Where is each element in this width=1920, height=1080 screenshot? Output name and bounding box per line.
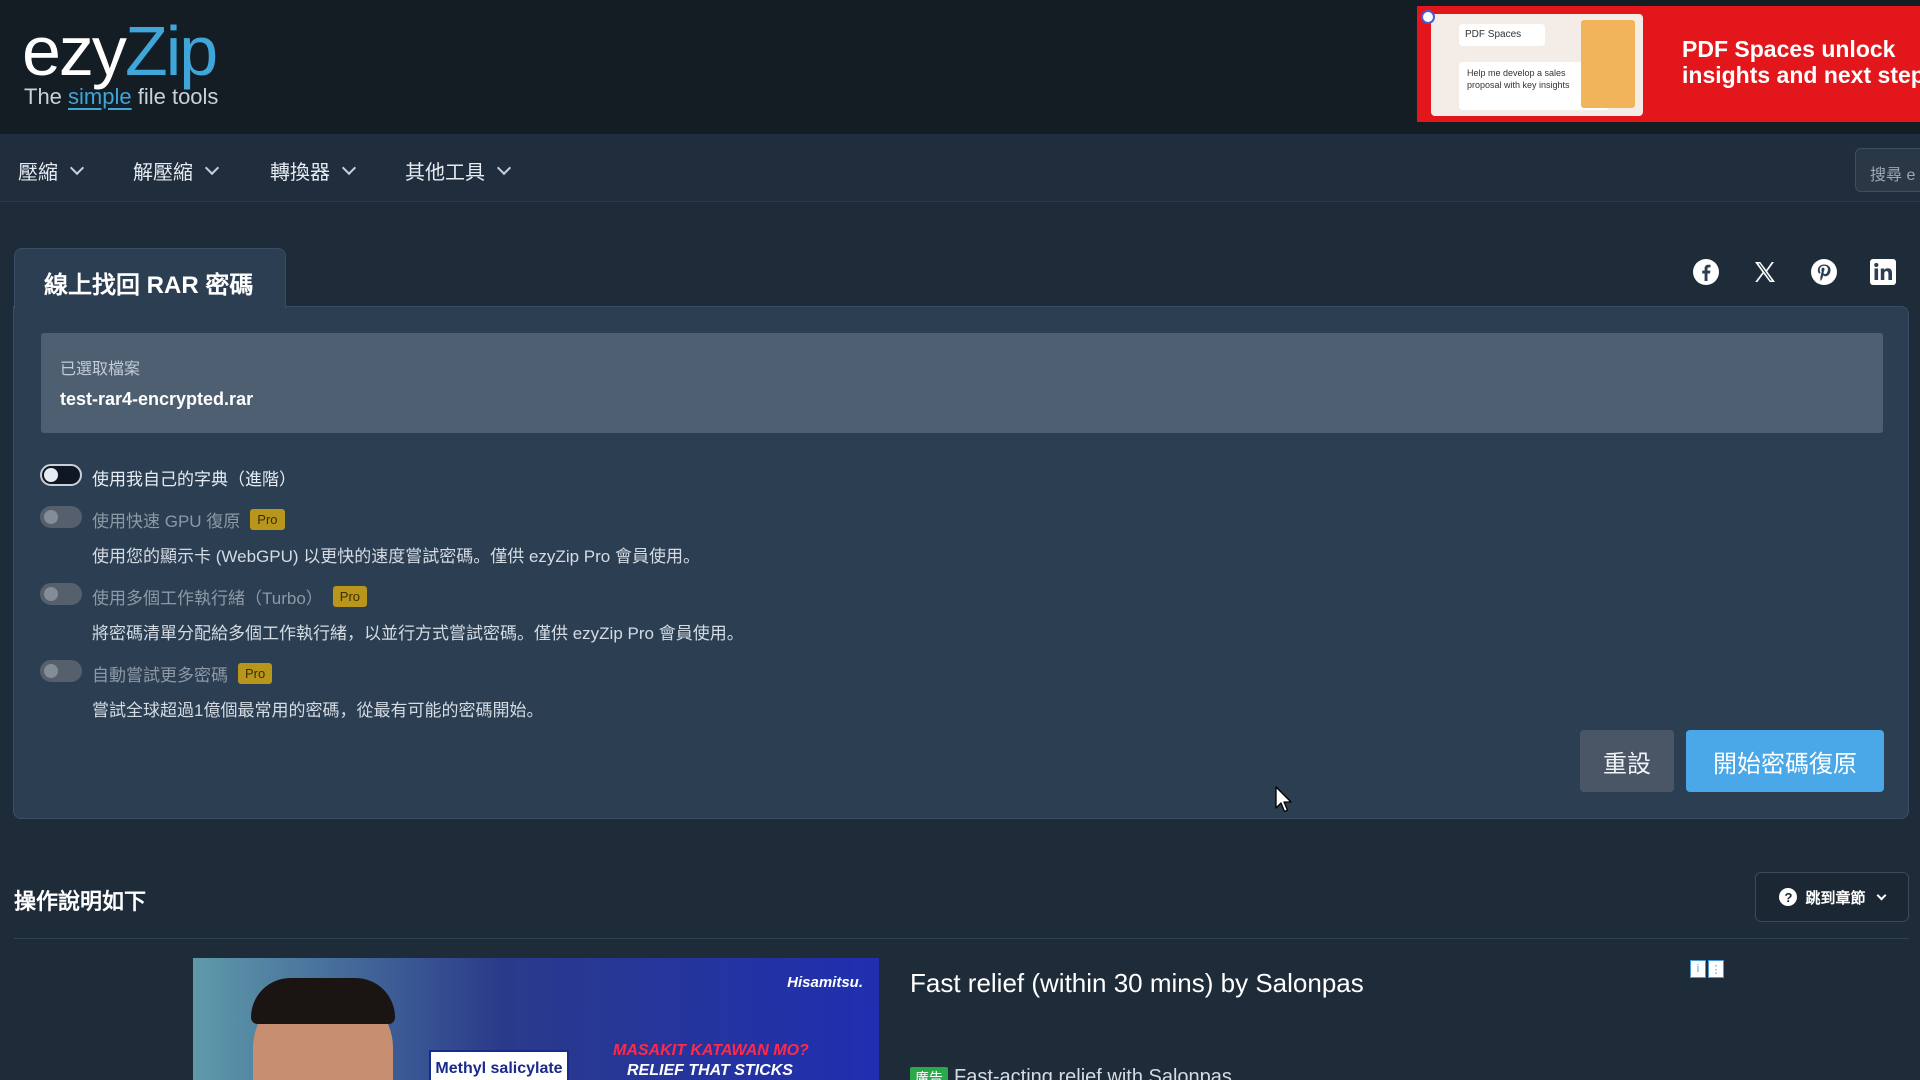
own-dictionary-toggle[interactable] [40,464,82,486]
bottom-ad-subtitle: 廣告 Fast-acting relief with Salonpas [910,1066,1232,1080]
bottom-ad-image[interactable]: Hisamitsu. Methyl salicylate MASAKIT KAT… [193,958,879,1080]
chevron-down-icon [496,160,512,175]
ad-headline: PDF Spaces unlock insights and next step [1682,36,1920,88]
gpu-recovery-description: 使用您的顯示卡 (WebGPU) 以更快的速度嘗試密碼。僅供 ezyZip Pr… [92,547,700,566]
pro-badge: Pro [250,509,285,530]
bottom-ad-title[interactable]: Fast relief (within 30 mins) by Salonpas [910,968,1364,999]
linkedin-icon[interactable] [1867,256,1899,288]
nav-item-converter[interactable]: 轉換器 [270,156,357,185]
more-passwords-toggle[interactable] [40,660,82,682]
ad-headline-2: RELIEF THAT STICKS [627,1062,793,1079]
selected-file-name: test-rar4-encrypted.rar [60,389,254,409]
multi-worker-description: 將密碼清單分配給多個工作執行緒，以並行方式嘗試密碼。僅供 ezyZip Pro … [92,624,744,643]
question-icon: ? [1779,888,1798,906]
tool-title-tab: 線上找回 RAR 密碼 [14,248,286,308]
pro-badge: Pro [332,586,368,607]
ad-thumbnail: PDF Spaces Help me develop a sales propo… [1431,14,1643,116]
start-recovery-button[interactable]: 開始密碼復原 [1686,730,1884,792]
adchoices-icon[interactable]: i ⋮ [1690,960,1724,978]
selected-file-box: 已選取檔案 test-rar4-encrypted.rar [41,333,1883,433]
header-ad-banner[interactable]: PDF Spaces Help me develop a sales propo… [1417,6,1920,122]
section-divider [14,938,1909,939]
chevron-down-icon [1876,890,1886,900]
ad-brand-logo: Hisamitsu. [787,974,863,991]
site-header: ezyZip The simple file tools PDF Spaces … [0,0,1920,134]
chevron-down-icon [69,160,85,175]
logo-tagline: The simple file tools [24,84,219,109]
rar-recovery-panel: 已選取檔案 test-rar4-encrypted.rar 使用我自己的字典（進… [13,306,1909,819]
gpu-recovery-toggle[interactable] [40,506,82,528]
chevron-down-icon [204,160,220,175]
pinterest-icon[interactable] [1808,256,1840,288]
x-twitter-icon[interactable] [1749,256,1781,288]
search-input[interactable]: 搜尋 e [1855,148,1920,192]
nav-item-other-tools[interactable]: 其他工具 [405,156,512,185]
facebook-icon[interactable] [1690,256,1722,288]
chevron-down-icon [341,160,357,175]
reset-button[interactable]: 重設 [1580,730,1674,792]
ad-tag-badge: 廣告 [910,1066,948,1080]
ad-headline-1: MASAKIT KATAWAN MO? [613,1042,809,1059]
more-passwords-description: 嘗試全球超過1億個最常用的密碼，從最有可能的密碼開始。 [92,701,544,720]
instructions-heading: 操作說明如下 [14,889,147,914]
ezyzip-logo[interactable]: ezyZip The simple file tools [22,14,218,110]
multi-worker-toggle[interactable] [40,583,82,605]
selected-file-label: 已選取檔案 [60,361,141,378]
info-icon: i [1690,960,1706,978]
jump-to-section-button[interactable]: ? 跳到章節 [1755,872,1909,922]
ad-shield-icon [1421,10,1435,24]
pro-badge: Pro [238,663,273,684]
nav-item-extract[interactable]: 解壓縮 [133,156,220,185]
nav-item-compress[interactable]: 壓縮 [18,156,85,185]
ad-document-graphic [1581,20,1635,108]
mouse-cursor-icon [1275,786,1293,819]
ad-product-label: Methyl salicylate [429,1050,569,1080]
more-options-icon: ⋮ [1708,960,1724,978]
main-nav: 壓縮 解壓縮 轉換器 其他工具 搜尋 e [0,134,1920,202]
